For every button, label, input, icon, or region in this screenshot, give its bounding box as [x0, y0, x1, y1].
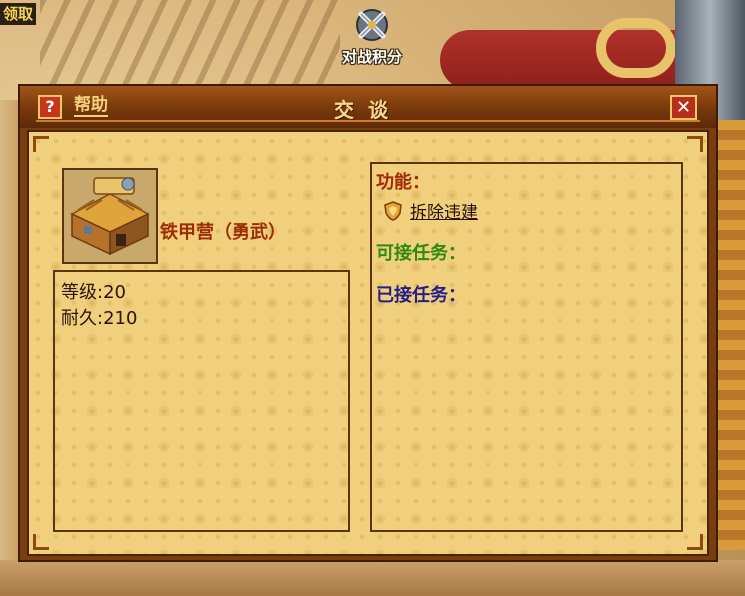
- functions-panel: 功能： 拆除违建 可接任务： 已接任务：: [370, 162, 683, 532]
- building-name: 铁甲营（勇武）: [160, 222, 286, 243]
- level-row: 等级:20: [61, 282, 126, 303]
- ground-strip: [0, 560, 745, 596]
- reward-button[interactable]: 领取: [0, 3, 37, 25]
- demolish-function[interactable]: 拆除违建: [384, 198, 677, 223]
- durability-label: 耐久: [61, 308, 97, 329]
- crossed-swords-icon: [353, 6, 391, 44]
- functions-title: 功能：: [376, 172, 430, 193]
- corner-ornament: [33, 534, 49, 550]
- tree-shadow: [40, 0, 340, 90]
- rope-coil: [596, 18, 676, 78]
- dialog-titlebar: ? 帮助 交谈 ✕: [20, 86, 716, 128]
- title-divider: [36, 120, 700, 122]
- close-icon[interactable]: ✕: [670, 95, 697, 120]
- talk-dialog: ? 帮助 交谈 ✕ 铁甲营（勇武） 等级:20 耐久:210 功能： 拆除违建 …: [18, 84, 718, 562]
- level-label: 等级: [61, 282, 97, 303]
- level-value: 20: [103, 282, 126, 303]
- corner-ornament: [33, 136, 49, 152]
- available-tasks-title: 可接任务：: [376, 243, 466, 264]
- battle-score-label: 对战积分: [341, 48, 402, 66]
- dialog-title: 交谈: [334, 98, 402, 122]
- dialog-content: 铁甲营（勇武） 等级:20 耐久:210 功能： 拆除违建 可接任务： 已接任务…: [27, 130, 709, 556]
- corner-ornament: [687, 534, 703, 550]
- accepted-tasks-title: 已接任务：: [376, 285, 466, 306]
- demolish-link[interactable]: 拆除违建: [410, 198, 478, 223]
- corner-ornament: [687, 136, 703, 152]
- durability-value: 210: [103, 308, 138, 329]
- barracks-building-icon: [62, 168, 158, 264]
- battle-score-button[interactable]: 对战积分: [318, 6, 426, 74]
- shield-icon: [384, 200, 402, 221]
- building-info-panel: 等级:20 耐久:210: [53, 270, 350, 532]
- durability-row: 耐久:210: [61, 308, 138, 329]
